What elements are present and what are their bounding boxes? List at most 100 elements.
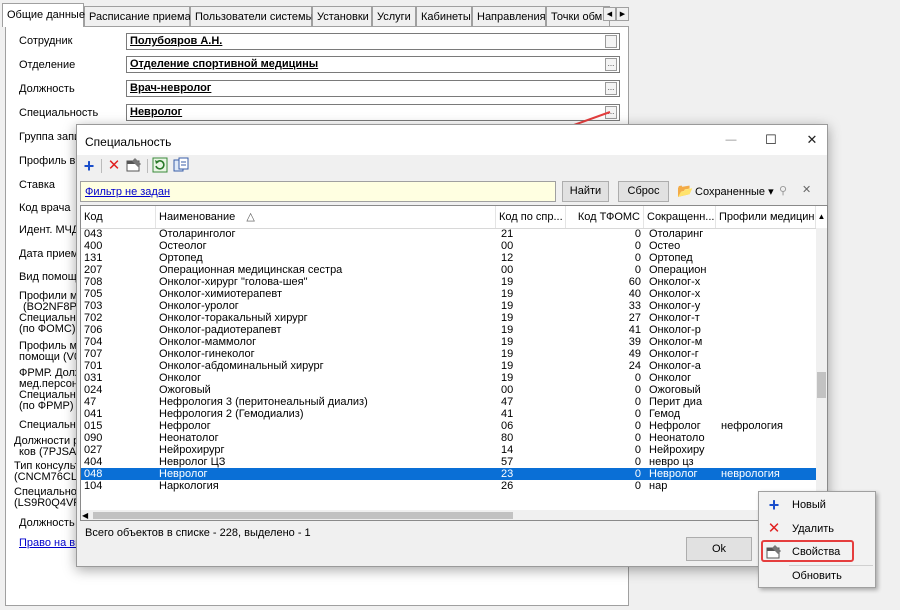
lookup-button-icon[interactable]: [605, 35, 617, 48]
column-header-ref-code[interactable]: Код по спр...: [496, 206, 566, 228]
cell-profiles: [721, 264, 816, 276]
tab-exchange-points[interactable]: Точки обм: [546, 6, 610, 26]
tab-general[interactable]: Общие данные: [2, 3, 85, 27]
cell-name: Онколог-маммолог: [159, 336, 257, 348]
table-row[interactable]: 015 Нефролог 06 0 Нефролог нефрология: [81, 420, 816, 432]
ellipsis-icon[interactable]: ...: [605, 82, 617, 95]
table-row[interactable]: 703 Онколог-уролог 19 33 Онколог-у: [81, 300, 816, 312]
cell-short-name: Онколог-х: [649, 276, 701, 288]
column-header-profiles[interactable]: Профили медицинско: [716, 206, 816, 228]
tab-scroll-right-icon[interactable]: ▶: [616, 7, 629, 21]
column-header-code[interactable]: Код: [81, 206, 156, 228]
ellipsis-icon[interactable]: ...: [605, 58, 617, 71]
table-row[interactable]: 708 Онколог-хирург "голова-шея" 19 60 Онколо…: [81, 276, 816, 288]
cell-ref-code: 19: [501, 276, 514, 288]
horizontal-scroll-thumb[interactable]: [93, 512, 513, 519]
cell-code: 041: [84, 408, 103, 420]
menu-item-delete[interactable]: ✕ Удалить: [760, 518, 874, 540]
tab-services[interactable]: Услуги: [372, 6, 416, 26]
dialog-toolbar: + ✕: [77, 155, 827, 177]
table-row[interactable]: 705 Онколог-химиотерапевт 19 40 Онколог-х: [81, 288, 816, 300]
menu-item-label: Обновить: [792, 570, 842, 582]
column-header-short[interactable]: Сокращенн...: [644, 206, 716, 228]
saved-filters-icon[interactable]: 📂: [677, 183, 693, 199]
clear-filter-icon[interactable]: ✕: [802, 183, 811, 196]
add-icon[interactable]: +: [80, 157, 98, 175]
scroll-up-icon[interactable]: ▲: [816, 206, 827, 228]
tab-schedule[interactable]: Расписание приема: [84, 6, 191, 26]
delete-icon[interactable]: ✕: [105, 157, 123, 175]
table-row[interactable]: 707 Онколог-гинеколог 19 49 Онколог-г: [81, 348, 816, 360]
table-row[interactable]: 041 Нефрология 2 (Гемодиализ) 41 0 Гемод: [81, 408, 816, 420]
table-row[interactable]: 104 Наркология 26 0 нар: [81, 480, 816, 492]
horizontal-scrollbar[interactable]: ◀: [81, 510, 816, 520]
table-row[interactable]: 131 Ортопед 12 0 Ортопед: [81, 252, 816, 264]
tab-cabinets[interactable]: Кабинеты: [416, 6, 472, 26]
table-row[interactable]: 048 Невролог 23 0 Невролог неврология: [81, 468, 816, 480]
cell-tfoms: 0: [634, 480, 641, 492]
cell-short-name: Операцион: [649, 264, 707, 276]
specialty-dialog: Специальность — ☐ ✕ + ✕ Фильтр не задан …: [76, 124, 828, 567]
cell-short-name: Отоларинг: [649, 228, 704, 240]
table-row[interactable]: 400 Остеолог 00 0 Остео: [81, 240, 816, 252]
cell-tfoms: 0: [634, 468, 641, 480]
department-field[interactable]: Отделение спортивной медицины ...: [126, 56, 620, 73]
table-row[interactable]: 207 Операционная медицинская сестра 00 0 Опе…: [81, 264, 816, 276]
table-row[interactable]: 704 Онколог-маммолог 19 39 Онколог-м: [81, 336, 816, 348]
position-value: Врач-невролог: [130, 82, 212, 94]
table-row[interactable]: 031 Онколог 19 0 Онколог: [81, 372, 816, 384]
cell-profiles: [721, 336, 816, 348]
rights-link[interactable]: Право на вы: [19, 538, 83, 549]
vertical-scrollbar[interactable]: [816, 228, 827, 513]
delete-x-icon: ✕: [767, 520, 781, 537]
cell-short-name: Онколог-м: [649, 336, 703, 348]
copy-records-icon[interactable]: [172, 157, 190, 175]
vertical-scroll-thumb[interactable]: [817, 372, 826, 398]
table-row[interactable]: 47 Нефрология 3 (перитонеальный диализ) 47…: [81, 396, 816, 408]
pin-icon[interactable]: ⚲: [779, 184, 787, 197]
reset-button[interactable]: Сброс: [618, 181, 669, 202]
tab-users[interactable]: Пользователи системы: [190, 6, 314, 26]
menu-item-refresh[interactable]: Обновить: [760, 565, 874, 587]
saved-filters-dropdown[interactable]: Сохраненные ▾: [695, 185, 774, 198]
table-row[interactable]: 404 Невролог ЦЗ 57 0 невро цз: [81, 456, 816, 468]
specialty-value: Невролог: [130, 106, 183, 118]
maximize-icon[interactable]: ☐: [760, 130, 782, 150]
ok-button[interactable]: Ok: [686, 537, 752, 561]
scroll-left-icon[interactable]: ◀: [82, 510, 88, 520]
properties-icon[interactable]: [125, 157, 143, 175]
table-row[interactable]: 090 Неонатолог 80 0 Неонатоло: [81, 432, 816, 444]
cell-name: Онколог-гинеколог: [159, 348, 255, 360]
cell-code: 024: [84, 384, 103, 396]
column-header-tfoms[interactable]: Код ТФОМС: [566, 206, 644, 228]
find-button[interactable]: Найти: [562, 181, 609, 202]
column-header-name[interactable]: Наименование △: [156, 206, 496, 228]
tab-scroll-left-icon[interactable]: ◀: [603, 7, 616, 21]
table-row[interactable]: 701 Онколог-абдоминальный хирург 19 24 Онкол…: [81, 360, 816, 372]
table-row[interactable]: 702 Онколог-торакальный хирург 19 27 Онколог…: [81, 312, 816, 324]
cell-name: Нефрология 3 (перитонеальный диализ): [159, 396, 368, 408]
cell-short-name: Ожоговый: [649, 384, 701, 396]
form-label: Дата приема: [19, 248, 85, 260]
employee-field[interactable]: Полубояров А.Н.: [126, 33, 620, 50]
annotation-highlight: [761, 540, 854, 562]
cell-ref-code: 19: [501, 312, 514, 324]
menu-item-new[interactable]: + Новый: [760, 494, 874, 516]
table-row[interactable]: 043 Отоларинголог 21 0 Отоларинг: [81, 228, 816, 240]
tab-directions[interactable]: Направления: [472, 6, 546, 26]
cell-profiles: [721, 312, 816, 324]
filter-status-link[interactable]: Фильтр не задан: [85, 186, 170, 198]
tab-settings[interactable]: Установки: [312, 6, 372, 26]
refresh-icon[interactable]: [151, 157, 169, 175]
filter-input[interactable]: Фильтр не задан: [80, 181, 556, 202]
table-row[interactable]: 024 Ожоговый 00 0 Ожоговый: [81, 384, 816, 396]
table-row[interactable]: 706 Онколог-радиотерапевт 19 41 Онколог-р: [81, 324, 816, 336]
cell-ref-code: 23: [501, 468, 514, 480]
close-icon[interactable]: ✕: [801, 130, 823, 150]
position-field[interactable]: Врач-невролог ...: [126, 80, 620, 97]
minimize-icon[interactable]: —: [720, 130, 742, 150]
cell-name: Невролог: [159, 468, 208, 480]
table-row[interactable]: 027 Нейрохирург 14 0 Нейрохиру: [81, 444, 816, 456]
dialog-titlebar[interactable]: Специальность — ☐ ✕: [77, 125, 827, 155]
cell-profiles: [721, 456, 816, 468]
